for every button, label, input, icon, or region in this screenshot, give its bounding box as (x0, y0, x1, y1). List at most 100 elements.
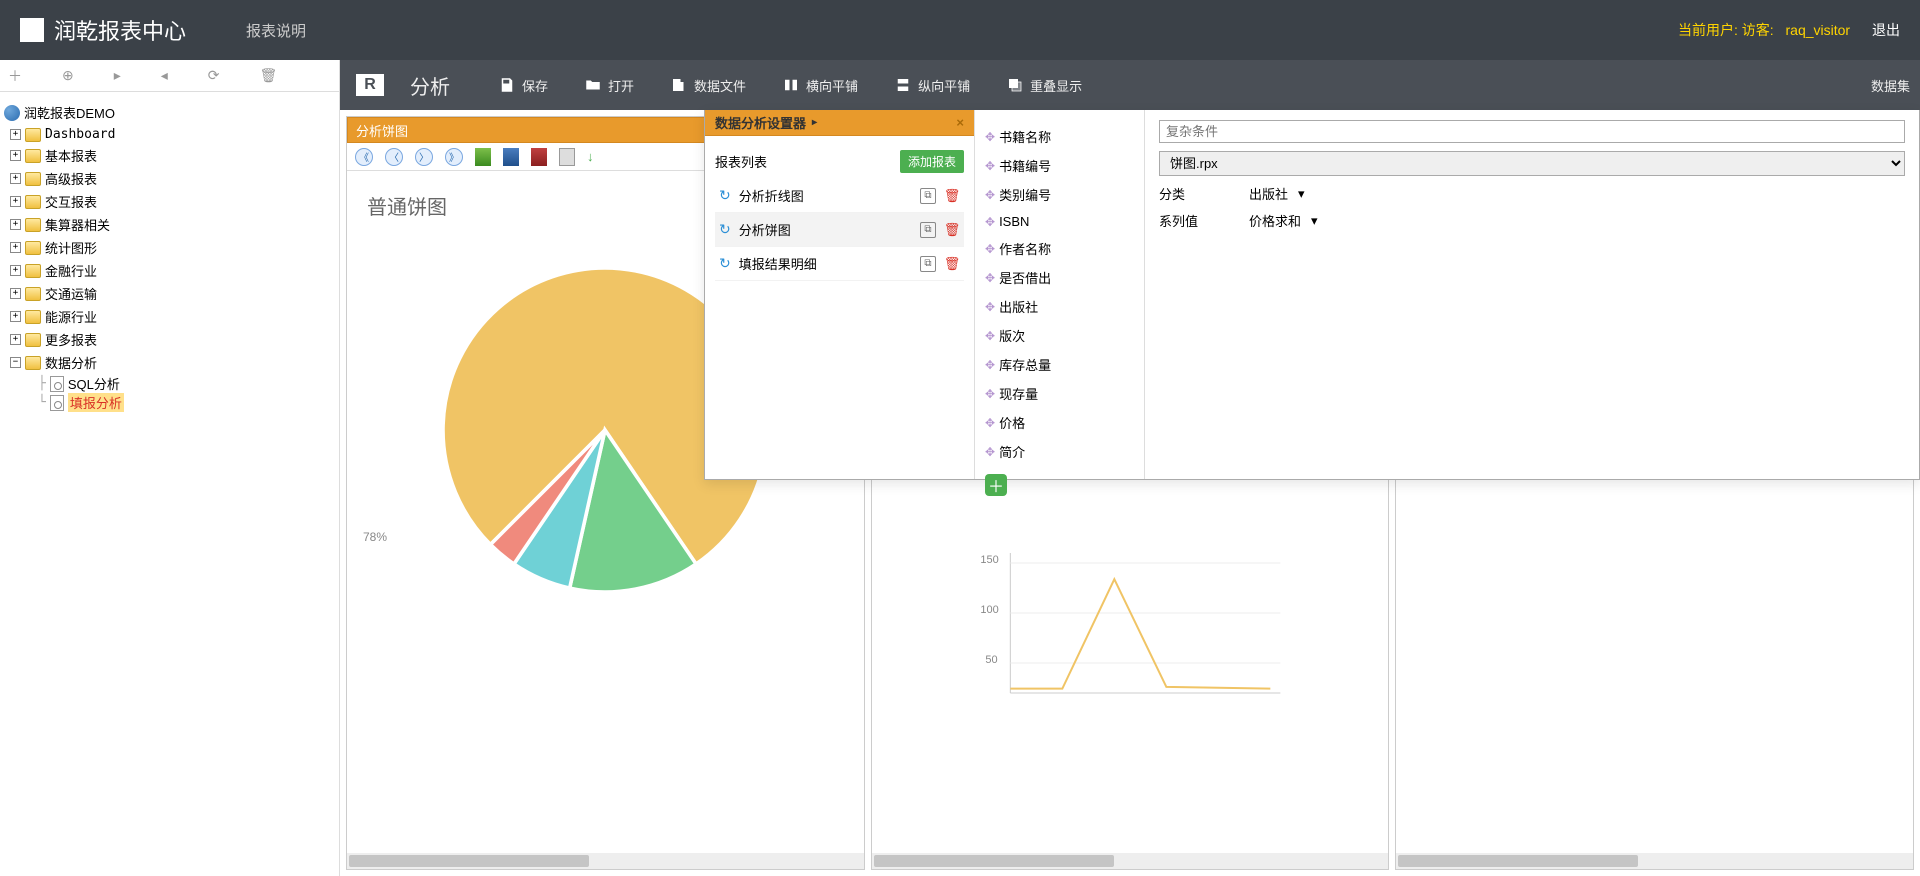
chevron-down-icon[interactable]: ▾ (1298, 186, 1305, 202)
add-field-button[interactable]: ＋ (985, 474, 1007, 496)
first-page-icon[interactable]: 《 (355, 148, 373, 166)
expand-icon[interactable]: + (10, 129, 21, 140)
field-item[interactable]: ✥简介 (985, 437, 1134, 466)
tree-leaf[interactable]: ├SQL分析 (4, 374, 335, 393)
expand-icon[interactable]: + (10, 150, 21, 161)
description-link[interactable]: 报表说明 (246, 20, 306, 41)
close-icon[interactable]: × (956, 115, 964, 130)
tree-node[interactable]: +基本报表 (4, 144, 335, 167)
add-circle-icon[interactable]: ⊕ (62, 67, 74, 84)
tree-node[interactable]: +更多报表 (4, 328, 335, 351)
field-item[interactable]: ✥是否借出 (985, 263, 1134, 292)
field-item[interactable]: ✥出版社 (985, 292, 1134, 321)
field-item[interactable]: ✥ ISBN (985, 209, 1134, 234)
field-item[interactable]: ✥价格 (985, 408, 1134, 437)
expand-icon[interactable]: + (10, 288, 21, 299)
toolbar-cascade-button[interactable]: 重叠显示 (1006, 76, 1082, 95)
toolbar-open-button[interactable]: 打开 (584, 76, 634, 95)
expand-icon[interactable]: + (10, 334, 21, 345)
expand-icon[interactable]: + (10, 311, 21, 322)
field-item[interactable]: ✥书籍编号 (985, 151, 1134, 180)
drag-handle-icon[interactable]: ✥ (985, 215, 993, 229)
toolbar-save-button[interactable]: 保存 (498, 76, 548, 95)
field-label: ISBN (999, 214, 1029, 229)
expand-icon[interactable]: + (10, 265, 21, 276)
expand-icon[interactable]: + (10, 196, 21, 207)
drag-handle-icon[interactable]: ✥ (985, 188, 993, 202)
chevron-right-icon[interactable]: ▸ (114, 67, 121, 84)
print-icon[interactable] (559, 148, 575, 166)
drag-handle-icon[interactable]: ✥ (985, 358, 993, 372)
toolbar-datafile-button[interactable]: 数据文件 (670, 76, 746, 95)
drag-handle-icon[interactable]: ✥ (985, 445, 993, 459)
chevron-left-icon[interactable]: ◂ (161, 67, 168, 84)
report-item[interactable]: ↻分析折线图⧉🗑 (715, 179, 964, 213)
expand-icon[interactable]: + (10, 242, 21, 253)
tree-node[interactable]: +集算器相关 (4, 213, 335, 236)
drag-handle-icon[interactable]: ✥ (985, 300, 993, 314)
tree-node[interactable]: +统计图形 (4, 236, 335, 259)
drag-handle-icon[interactable]: ✥ (985, 387, 993, 401)
drag-handle-icon[interactable]: ✥ (985, 159, 993, 173)
refresh-icon[interactable]: ↻ (719, 255, 731, 272)
export-excel-icon[interactable] (475, 148, 491, 166)
h-scrollbar[interactable] (872, 853, 1389, 869)
last-page-icon[interactable]: 》 (445, 148, 463, 166)
complex-condition-input[interactable] (1159, 120, 1905, 143)
tree-node[interactable]: +高级报表 (4, 167, 335, 190)
toolbar-tile-v-button[interactable]: 纵向平铺 (894, 76, 970, 95)
trash-icon[interactable]: 🗑 (944, 256, 960, 272)
download-icon[interactable]: ↓ (587, 149, 594, 164)
tree-node[interactable]: +交通运输 (4, 282, 335, 305)
field-item[interactable]: ✥作者名称 (985, 234, 1134, 263)
toolbar-tile-h-button[interactable]: 横向平铺 (782, 76, 858, 95)
dataset-button[interactable]: 数据集 (1871, 76, 1910, 95)
drag-handle-icon[interactable]: ✥ (985, 416, 993, 430)
category-value[interactable]: 出版社 (1249, 184, 1288, 203)
collapse-icon[interactable]: − (10, 357, 21, 368)
field-item[interactable]: ✥现存量 (985, 379, 1134, 408)
drag-handle-icon[interactable]: ✥ (985, 329, 993, 343)
report-item[interactable]: ↻分析饼图⧉🗑 (715, 213, 964, 247)
refresh-icon[interactable]: ↻ (719, 221, 731, 238)
tree-node[interactable]: +能源行业 (4, 305, 335, 328)
add-report-button[interactable]: 添加报表 (900, 150, 964, 173)
h-scrollbar[interactable] (1396, 853, 1913, 869)
drag-handle-icon[interactable]: ✥ (985, 271, 993, 285)
field-item[interactable]: ✥书籍名称 (985, 122, 1134, 151)
series-value[interactable]: 价格求和 (1249, 211, 1301, 230)
tree-node[interactable]: +交互报表 (4, 190, 335, 213)
trash-icon[interactable]: 🗑 (260, 67, 278, 84)
tree-node-data-analysis[interactable]: − 数据分析 (4, 351, 335, 374)
logout-button[interactable]: 退出 (1872, 22, 1900, 38)
refresh-icon[interactable]: ↻ (719, 187, 731, 204)
report-item[interactable]: ↻填报结果明细⧉🗑 (715, 247, 964, 281)
prev-page-icon[interactable]: 〈 (385, 148, 403, 166)
folder-icon (25, 195, 41, 209)
tree-node[interactable]: +金融行业 (4, 259, 335, 282)
drag-handle-icon[interactable]: ✥ (985, 130, 993, 144)
trash-icon[interactable]: 🗑 (944, 188, 960, 204)
export-word-icon[interactable] (503, 148, 519, 166)
expand-icon[interactable]: + (10, 219, 21, 230)
h-scrollbar[interactable] (347, 853, 864, 869)
field-item[interactable]: ✥库存总量 (985, 350, 1134, 379)
trash-icon[interactable]: 🗑 (944, 222, 960, 238)
popup-title[interactable]: 数据分析设置器 ▸ × (705, 110, 974, 136)
report-select[interactable]: 饼图.rpx (1159, 151, 1905, 176)
export-pdf-icon[interactable] (531, 148, 547, 166)
add-icon[interactable]: ＋ (8, 66, 22, 86)
tree-node[interactable]: +Dashboard (4, 125, 335, 144)
tree-leaf[interactable]: └填报分析 (4, 393, 335, 412)
drag-handle-icon[interactable]: ✥ (985, 242, 993, 256)
expand-icon[interactable]: + (10, 173, 21, 184)
tree-root[interactable]: 润乾报表DEMO (4, 100, 335, 125)
clone-icon[interactable]: ⧉ (920, 256, 936, 272)
clone-icon[interactable]: ⧉ (920, 222, 936, 238)
clone-icon[interactable]: ⧉ (920, 188, 936, 204)
field-item[interactable]: ✥类别编号 (985, 180, 1134, 209)
field-item[interactable]: ✥版次 (985, 321, 1134, 350)
next-page-icon[interactable]: 〉 (415, 148, 433, 166)
refresh-icon[interactable]: ⟳ (208, 67, 220, 84)
chevron-down-icon[interactable]: ▾ (1311, 213, 1318, 229)
